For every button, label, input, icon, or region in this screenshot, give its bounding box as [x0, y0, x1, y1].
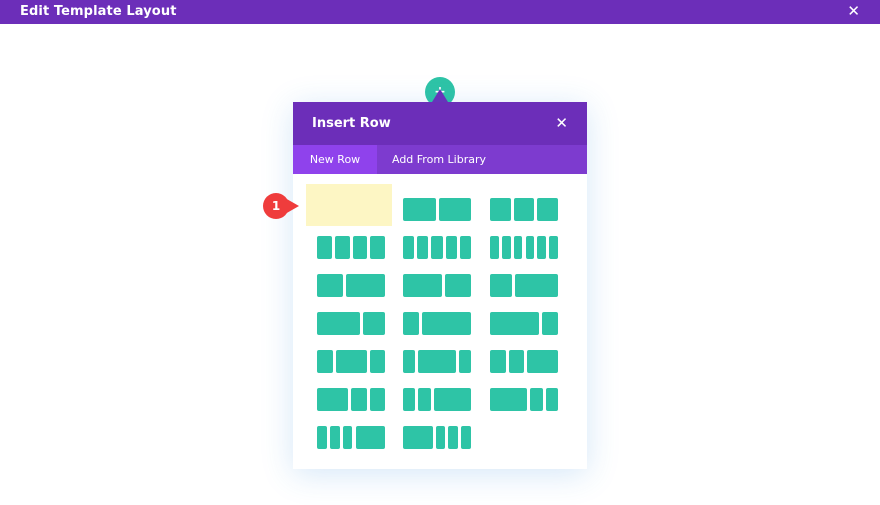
- column-block: [490, 388, 528, 411]
- column-block: [317, 312, 361, 335]
- row-layout-option[interactable]: [490, 350, 558, 373]
- close-icon[interactable]: ✕: [555, 114, 568, 132]
- column-block: [490, 350, 506, 373]
- column-block: [448, 426, 459, 449]
- selection-highlight: [306, 184, 392, 226]
- row-layout-option[interactable]: [490, 388, 558, 411]
- modal-title: Insert Row: [312, 116, 391, 131]
- column-block: [459, 236, 471, 259]
- column-block: [435, 426, 446, 449]
- column-block: [525, 236, 535, 259]
- column-block: [458, 350, 471, 373]
- column-block: [403, 198, 436, 221]
- tab-new-row[interactable]: New Row: [293, 145, 377, 174]
- column-block: [370, 236, 385, 259]
- column-block: [346, 274, 385, 297]
- column-block: [545, 388, 558, 411]
- row-layout-option[interactable]: [490, 274, 558, 297]
- callout-number: 1: [263, 193, 289, 219]
- column-block: [351, 388, 367, 411]
- column-block: [530, 388, 543, 411]
- column-block: [541, 312, 558, 335]
- column-block: [403, 312, 420, 335]
- column-block: [342, 426, 353, 449]
- column-block: [537, 236, 547, 259]
- column-block: [317, 274, 343, 297]
- row-layout-option[interactable]: [317, 388, 385, 411]
- column-block: [335, 350, 367, 373]
- modal-pointer: [432, 89, 448, 102]
- row-layout-option[interactable]: [403, 426, 471, 449]
- column-block: [363, 312, 385, 335]
- column-block: [433, 388, 471, 411]
- column-block: [352, 236, 368, 259]
- row-layout-option[interactable]: [403, 236, 471, 259]
- column-block: [490, 312, 539, 335]
- column-block: [490, 198, 511, 221]
- row-layout-option[interactable]: [490, 198, 558, 221]
- column-block: [355, 426, 385, 449]
- insert-row-modal: Insert Row ✕ New Row Add From Library: [293, 102, 587, 469]
- row-layout-option[interactable]: [317, 312, 385, 335]
- top-bar: Edit Template Layout ✕: [0, 0, 880, 24]
- column-block: [317, 388, 348, 411]
- column-block: [317, 350, 333, 373]
- column-block: [490, 236, 499, 259]
- column-block: [445, 274, 471, 297]
- column-block: [403, 388, 416, 411]
- column-block: [403, 274, 442, 297]
- column-block: [527, 350, 558, 373]
- tab-add-from-library[interactable]: Add From Library: [377, 145, 501, 174]
- column-block: [431, 236, 443, 259]
- row-layout-option[interactable]: [403, 312, 471, 335]
- column-block: [508, 350, 524, 373]
- column-block: [369, 388, 385, 411]
- column-block: [537, 198, 558, 221]
- top-bar-title: Edit Template Layout: [20, 4, 177, 19]
- column-block: [317, 236, 332, 259]
- row-layout-option[interactable]: [490, 312, 558, 335]
- column-block: [334, 236, 350, 259]
- column-block: [501, 236, 511, 259]
- row-layout-option[interactable]: [317, 274, 385, 297]
- row-layout-option[interactable]: [317, 350, 385, 373]
- row-layout-option[interactable]: [403, 198, 471, 221]
- column-block: [417, 236, 429, 259]
- modal-tabs: New Row Add From Library: [293, 145, 587, 174]
- column-block: [461, 426, 471, 449]
- row-layout-option[interactable]: [403, 388, 471, 411]
- close-icon[interactable]: ✕: [847, 2, 860, 20]
- column-block: [549, 236, 558, 259]
- row-layout-option[interactable]: [403, 350, 471, 373]
- column-block: [445, 236, 457, 259]
- column-block: [418, 388, 431, 411]
- column-block: [403, 236, 415, 259]
- column-block: [490, 274, 512, 297]
- row-layout-option[interactable]: [490, 236, 558, 259]
- column-block: [403, 350, 416, 373]
- column-block: [403, 426, 433, 449]
- column-block: [317, 426, 327, 449]
- row-layout-option[interactable]: [317, 236, 385, 259]
- column-block: [418, 350, 456, 373]
- row-layout-option[interactable]: [317, 426, 385, 449]
- row-layout-option[interactable]: [403, 274, 471, 297]
- column-block: [422, 312, 471, 335]
- modal-header: Insert Row ✕: [293, 102, 587, 145]
- step-callout: 1: [263, 193, 305, 219]
- column-block: [329, 426, 340, 449]
- column-block: [514, 274, 558, 297]
- column-block: [369, 350, 385, 373]
- column-block: [513, 198, 535, 221]
- column-block: [513, 236, 523, 259]
- column-block: [438, 198, 471, 221]
